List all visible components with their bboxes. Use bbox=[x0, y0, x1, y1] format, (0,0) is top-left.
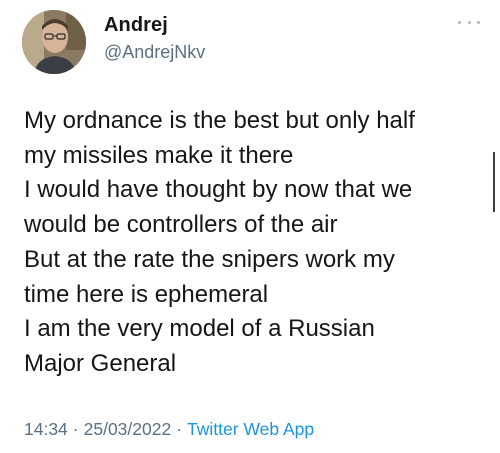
tweet-text: My ordnance is the best but only half my… bbox=[24, 104, 484, 382]
tweet-line: I am the very model of a Russian bbox=[24, 315, 375, 343]
tweet-line: my missiles make it there bbox=[24, 141, 294, 169]
tweet-line: But at the rate the snipers work my bbox=[24, 245, 395, 273]
tweet-meta: 14:34 · 25/03/2022 · Twitter Web App bbox=[24, 419, 314, 440]
tweet-time[interactable]: 14:34 bbox=[24, 419, 68, 439]
tweet-line: time here is ephemeral bbox=[24, 280, 269, 308]
more-dot bbox=[477, 20, 480, 24]
meta-separator: · bbox=[176, 419, 183, 439]
tweet-card: Andrej @AndrejNkv My ordnance is the bes… bbox=[0, 0, 500, 453]
more-dots-icon[interactable] bbox=[458, 14, 480, 30]
display-name[interactable]: Andrej bbox=[104, 14, 168, 37]
tweet-line: I would have thought by now that we bbox=[24, 176, 413, 204]
tweet-line: Major General bbox=[24, 349, 177, 377]
tweet-line: would be controllers of the air bbox=[24, 211, 338, 239]
avatar[interactable] bbox=[22, 10, 86, 74]
more-dot bbox=[458, 20, 461, 24]
edge-divider bbox=[493, 152, 495, 212]
tweet-date[interactable]: 25/03/2022 bbox=[84, 419, 172, 439]
meta-separator: · bbox=[72, 419, 79, 439]
avatar-photo bbox=[22, 10, 86, 74]
tweet-line: My ordnance is the best but only half bbox=[24, 107, 415, 134]
username[interactable]: @AndrejNkv bbox=[104, 42, 205, 63]
more-dot bbox=[467, 20, 471, 24]
tweet-source-link[interactable]: Twitter Web App bbox=[187, 419, 314, 439]
